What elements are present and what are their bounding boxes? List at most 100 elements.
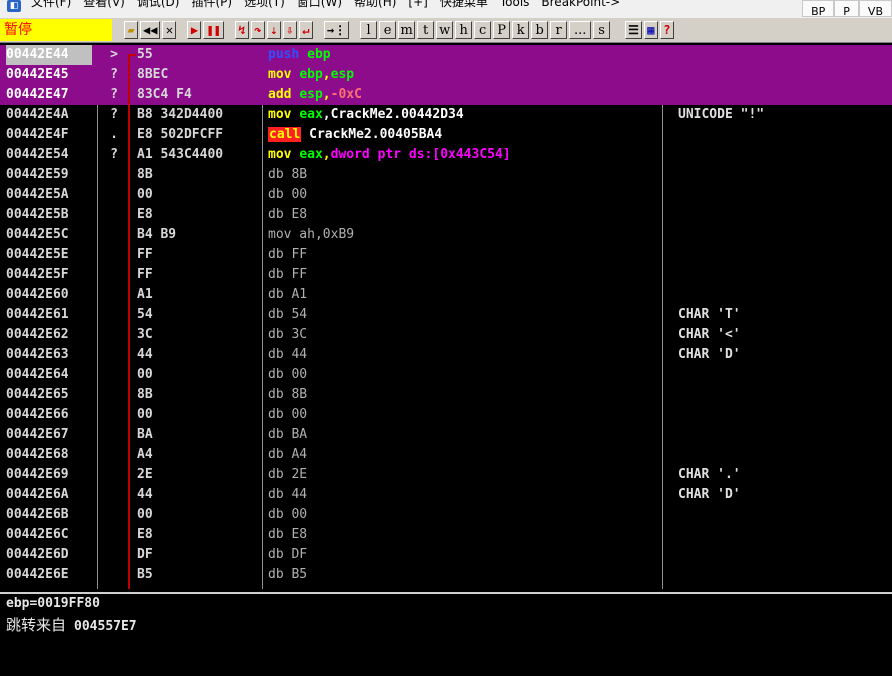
breakpoints-button[interactable]: b [531,21,549,39]
jump-arrow-line [128,55,130,589]
table-row[interactable]: 00442E4A? B8 342D4400 mov eax,CrackMe2.004… [0,105,892,125]
hex-bytes-cell: E8 502DFCFF [137,127,224,142]
table-row[interactable]: 00442E66 00 db 00 [0,405,892,425]
log-window-button[interactable]: l [360,21,378,39]
instruction-cell: db FF [268,265,658,285]
call-stack-button[interactable]: k [512,21,530,39]
table-row[interactable]: 00442E5A 00 db 00 [0,185,892,205]
instruction-token: eax [299,147,323,162]
menu-debug[interactable]: 调试(D) [131,0,186,9]
comment-cell [678,565,888,585]
patches-button[interactable]: P [493,21,511,39]
menu-view[interactable]: 查看(V) [77,0,131,9]
instruction-token: dword ptr ds:[0x443C54] [330,147,511,162]
bp-button[interactable]: BP [802,0,835,18]
instruction-cell: mov eax,dword ptr ds:[0x443C54] [268,145,658,165]
table-row[interactable]: 00442E5B E8 db E8 [0,205,892,225]
memory-button[interactable]: m [398,21,416,39]
menu-shortcuts[interactable]: 快捷菜单 [434,0,494,9]
instruction-token: ,CrackMe2.00442D34 [322,107,464,122]
close-icon[interactable]: ✕ [162,21,177,39]
table-row[interactable]: 00442E6A 44 db 44 CHAR 'D' [0,485,892,505]
menu-file[interactable]: 文件(F) [25,0,77,9]
step-over-icon[interactable]: ↷ [250,21,265,39]
references-button[interactable]: r [550,21,568,39]
instruction-token: eax [299,107,323,122]
hex-bytes-cell: BA [137,427,153,442]
table-row[interactable]: 00442E6E B5 db B5 [0,565,892,585]
run-icon[interactable]: ▶ [187,21,202,39]
menu-help[interactable]: 帮助(H) [348,0,402,9]
table-row[interactable]: 00442E63 44 db 44 CHAR 'D' [0,345,892,365]
table-row[interactable]: 00442E68 A4 db A4 [0,445,892,465]
comment-cell [678,425,888,445]
comment-cell [678,405,888,425]
vb-button[interactable]: VB [858,0,892,18]
table-row[interactable]: 00442E54? A1 543C4400 mov eax,dword ptr ds… [0,145,892,165]
table-row[interactable]: 00442E64 00 db 00 [0,365,892,385]
open-file-icon[interactable]: ▰ [124,21,138,39]
source-button[interactable]: s [593,21,611,39]
table-row[interactable]: 00442E69 2E db 2E CHAR '.' [0,465,892,485]
hex-bytes-cell: FF [137,267,153,282]
table-row[interactable]: 00442E5C B4 B9 mov ah,0xB9 [0,225,892,245]
instruction-cell: push ebp [268,45,658,65]
modules-button[interactable]: e [379,21,397,39]
hex-bytes-cell: 00 [137,407,153,422]
disassembly-pane[interactable]: 00442E44 >55 push ebp 00442E45? 8BEC mov ebp,… [0,45,892,589]
handles-button[interactable]: h [455,21,473,39]
instruction-token: db 00 [268,407,308,422]
help-icon[interactable]: ? [659,21,674,39]
trace-into-icon[interactable]: ⇣ [266,21,281,39]
execute-till-return-icon[interactable]: ↵ [298,21,313,39]
comment-cell [678,365,888,385]
menu-options[interactable]: 选项(T) [238,0,291,9]
address-cell: 00442E6D [6,547,69,562]
table-row[interactable]: 00442E6D DF db DF [0,545,892,565]
menu-plus[interactable]: [+] [402,0,433,9]
jump-marker [102,265,126,285]
step-into-icon[interactable]: ↯ [234,21,249,39]
threads-button[interactable]: t [417,21,435,39]
instruction-token: mov [268,147,300,162]
jump-marker [102,465,126,485]
table-row[interactable]: 00442E62 3C db 3C CHAR '<' [0,325,892,345]
table-row[interactable]: 00442E60 A1 db A1 [0,285,892,305]
list-icon[interactable]: ☰ [625,21,642,39]
instruction-token: db DF [268,547,308,562]
table-row[interactable]: 00442E45? 8BEC mov ebp,esp [0,65,892,85]
instruction-token: CrackMe2.00405BA4 [301,127,443,142]
instruction-token: db FF [268,267,308,282]
comment-cell: CHAR '.' [678,467,741,482]
table-row[interactable]: 00442E4F. E8 502DFCFF call CrackMe2.00405B… [0,125,892,145]
options-icon[interactable]: ▦ [643,21,658,39]
menu-tools[interactable]: Tools [494,0,536,9]
table-row[interactable]: 00442E61 54 db 54 CHAR 'T' [0,305,892,325]
menu-plugins[interactable]: 插件(P) [185,0,238,9]
windows-button[interactable]: w [436,21,454,39]
menu-window[interactable]: 窗口(W) [291,0,348,9]
table-row[interactable]: 00442E65 8B db 8B [0,385,892,405]
p-button[interactable]: P [834,0,859,18]
instruction-token: mov ah,0xB9 [268,227,355,242]
hex-bytes-cell: 8B [137,167,153,182]
rewind-icon[interactable]: ◀◀ [140,21,161,39]
table-row[interactable]: 00442E6B 00 db 00 [0,505,892,525]
comment-cell [678,445,888,465]
pause-icon[interactable]: ❚❚ [203,21,224,39]
hex-bytes-cell: B4 B9 [137,227,177,242]
cpu-button[interactable]: c [474,21,492,39]
table-row[interactable]: 00442E67 BA db BA [0,425,892,445]
table-row[interactable]: 00442E5F FF db FF [0,265,892,285]
menu-breakpoint[interactable]: BreakPoint-> [535,0,626,9]
address-cell: 00442E44 [6,45,92,65]
table-row[interactable]: 00442E5E FF db FF [0,245,892,265]
goto-icon[interactable]: →⋮ [323,21,350,39]
table-row[interactable]: 00442E47? 83C4 F4 add esp,-0xC [0,85,892,105]
jump-marker: ? [110,67,118,82]
table-row[interactable]: 00442E59 8B db 8B [0,165,892,185]
table-row[interactable]: 00442E6C E8 db E8 [0,525,892,545]
run-trace-button[interactable]: ... [569,21,592,39]
jump-marker [102,485,126,505]
trace-over-icon[interactable]: ⇩ [282,21,297,39]
